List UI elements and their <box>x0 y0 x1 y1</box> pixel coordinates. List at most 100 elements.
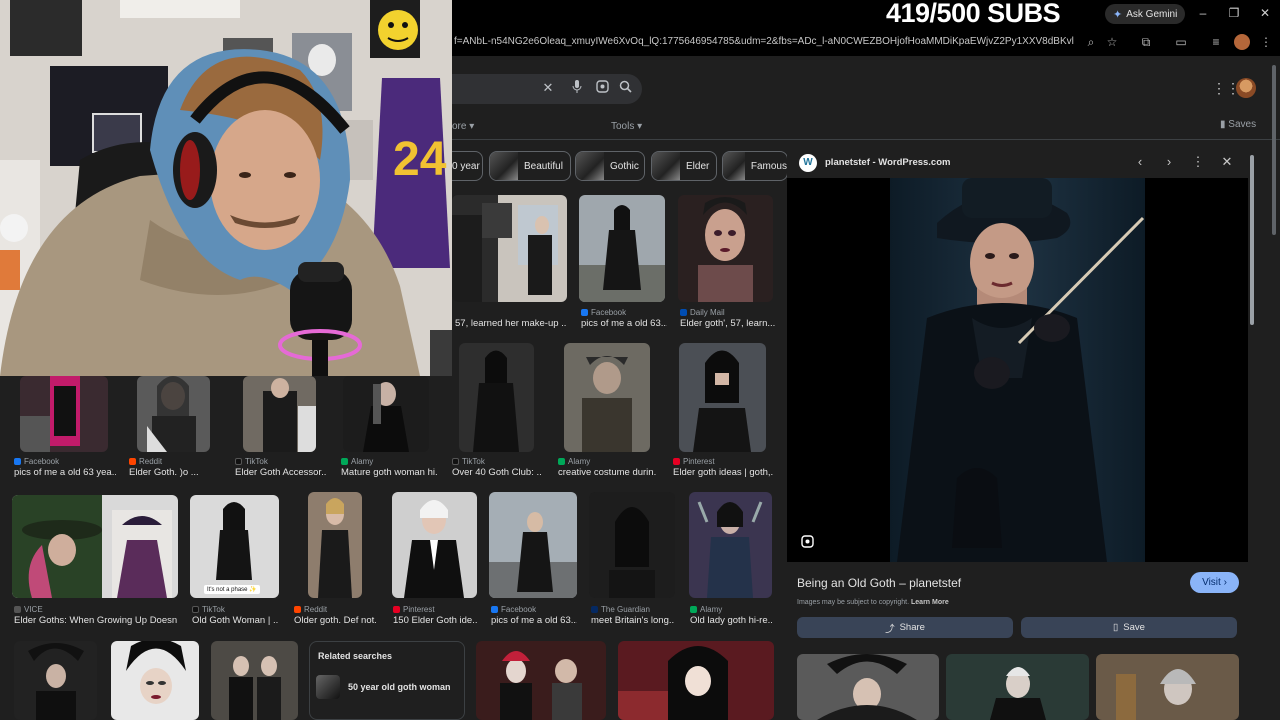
share-button[interactable]: ⤴ Share <box>797 617 1013 638</box>
zoom-search-icon[interactable]: ⌕ <box>1083 34 1099 50</box>
result-source-label: Alamy <box>700 605 723 614</box>
voice-search-icon[interactable] <box>569 80 585 97</box>
result-source: Facebook <box>581 308 626 317</box>
related-image[interactable] <box>1096 654 1239 720</box>
more-options-icon[interactable]: ⋮ <box>1190 154 1206 170</box>
result-image[interactable] <box>343 376 429 452</box>
lens-search-icon[interactable] <box>594 80 610 96</box>
result-image[interactable] <box>579 195 665 302</box>
result-image[interactable] <box>689 492 772 598</box>
result-title[interactable]: Elder Goth. )o ... <box>129 467 209 478</box>
restore-button[interactable]: ❐ <box>1227 6 1241 20</box>
clear-search-icon[interactable]: ✕ <box>540 80 556 96</box>
result-image[interactable] <box>679 343 766 452</box>
browser-menu-icon[interactable]: ⋮ <box>1258 34 1274 50</box>
chip-label: Elder <box>686 160 710 172</box>
result-image[interactable] <box>211 641 298 720</box>
tools-button[interactable]: Tools ▾ <box>611 121 642 132</box>
result-image[interactable] <box>452 195 567 302</box>
result-image[interactable] <box>476 641 606 720</box>
result-source: VICE <box>14 605 43 614</box>
url-text[interactable]: f=ANbL-n54NG2e6Oleaq_xmuyIWe6XvOq_lQ:177… <box>454 36 1074 47</box>
result-title[interactable]: Elder goth ideas | goth,... <box>673 467 773 478</box>
result-title[interactable]: Elder goth', 57, learn... <box>680 318 775 329</box>
result-source: Facebook <box>491 605 536 614</box>
page-scrollbar[interactable] <box>1272 65 1276 235</box>
result-image[interactable]: It's not a phase ✨ <box>190 495 279 598</box>
result-image[interactable] <box>308 492 362 598</box>
result-image[interactable] <box>243 376 316 452</box>
chip-beautiful[interactable]: Beautiful <box>489 151 571 181</box>
result-image[interactable] <box>392 492 477 598</box>
chevron-right-icon: › <box>1223 577 1227 588</box>
result-image[interactable] <box>12 495 178 598</box>
result-title[interactable]: 57, learned her make-up ... <box>455 318 567 329</box>
result-image[interactable] <box>489 492 577 598</box>
result-image[interactable] <box>20 376 108 452</box>
result-title[interactable]: pics of me a old 63... <box>491 615 577 626</box>
preview-image[interactable] <box>787 178 1248 562</box>
saves-link[interactable]: ▮ Saves <box>1220 119 1256 130</box>
result-source: Facebook <box>14 457 59 466</box>
save-button[interactable]: ▯ Save <box>1021 617 1237 638</box>
tab-search-icon[interactable]: ▭ <box>1173 34 1189 50</box>
panel-source-site[interactable]: planetstef - WordPress.com <box>825 157 950 168</box>
related-image[interactable] <box>946 654 1089 720</box>
learn-more-link[interactable]: Learn More <box>911 599 949 606</box>
result-title[interactable]: 150 Elder Goth ide... <box>393 615 478 626</box>
result-title[interactable]: creative costume durin... <box>558 467 656 478</box>
search-icon[interactable] <box>617 80 633 96</box>
google-account-avatar[interactable] <box>1236 78 1256 98</box>
lens-search-icon[interactable] <box>801 535 814 551</box>
tiktok-favicon-icon <box>192 606 199 613</box>
result-source: TikTok <box>452 457 485 466</box>
result-title[interactable]: Over 40 Goth Club: ... <box>452 467 542 478</box>
result-title[interactable]: Old Goth Woman | ... <box>192 615 278 626</box>
next-image-icon[interactable]: › <box>1161 154 1177 169</box>
chip-thumb <box>723 152 745 180</box>
result-image[interactable] <box>14 641 97 720</box>
ask-gemini-button[interactable]: ✦ Ask Gemini <box>1105 4 1186 24</box>
result-source: Daily Mail <box>680 308 725 317</box>
close-window-button[interactable]: ✕ <box>1258 6 1272 20</box>
reading-list-icon[interactable]: ≡ <box>1208 34 1224 50</box>
result-image[interactable] <box>459 343 534 452</box>
result-image[interactable] <box>564 343 650 452</box>
facebook-favicon-icon <box>14 458 21 465</box>
result-image[interactable] <box>111 641 199 720</box>
wordpress-favicon-icon: W <box>799 154 817 172</box>
chip-famous[interactable]: Famous <box>722 151 788 181</box>
pinterest-favicon-icon <box>393 606 400 613</box>
result-source: Alamy <box>690 605 722 614</box>
reddit-favicon-icon <box>129 458 136 465</box>
result-title[interactable]: pics of me a old 63 yea... <box>14 467 116 478</box>
result-title[interactable]: Elder Goths: When Growing Up Doesn'... <box>14 615 177 626</box>
facebook-favicon-icon <box>491 606 498 613</box>
close-panel-icon[interactable]: ✕ <box>1219 154 1235 170</box>
copyright-notice: Images may be subject to copyright. Lear… <box>797 599 949 606</box>
result-title[interactable]: Old lady goth hi-re... <box>690 615 772 626</box>
preview-title[interactable]: Being an Old Goth – planetstef <box>797 576 961 590</box>
more-filter[interactable]: ore ▾ <box>452 121 474 132</box>
minimize-button[interactable]: – <box>1196 6 1210 20</box>
result-title[interactable]: meet Britain's long... <box>591 615 675 626</box>
result-image[interactable] <box>678 195 773 302</box>
visit-button[interactable]: Visit › <box>1190 572 1239 593</box>
result-title[interactable]: Older goth. Def not... <box>294 615 376 626</box>
result-image[interactable] <box>618 641 774 720</box>
result-title[interactable]: Mature goth woman hi... <box>341 467 438 478</box>
result-source-label: Facebook <box>591 308 627 317</box>
chip-gothic[interactable]: Gothic <box>575 151 645 181</box>
result-image[interactable] <box>589 492 675 598</box>
extensions-icon[interactable]: ⧉ <box>1138 34 1154 50</box>
chip-elder[interactable]: Elder <box>651 151 717 181</box>
result-title[interactable]: Elder Goth Accessor... <box>235 467 327 478</box>
related-image[interactable] <box>797 654 939 720</box>
panel-scrollbar[interactable] <box>1250 155 1254 325</box>
profile-avatar[interactable] <box>1234 34 1250 50</box>
result-image[interactable] <box>137 376 210 452</box>
result-title[interactable]: pics of me a old 63... <box>581 318 667 329</box>
related-search-item[interactable]: 50 year old goth woman <box>348 682 451 692</box>
previous-image-icon[interactable]: ‹ <box>1132 154 1148 169</box>
bookmark-star-icon[interactable]: ☆ <box>1104 34 1120 50</box>
